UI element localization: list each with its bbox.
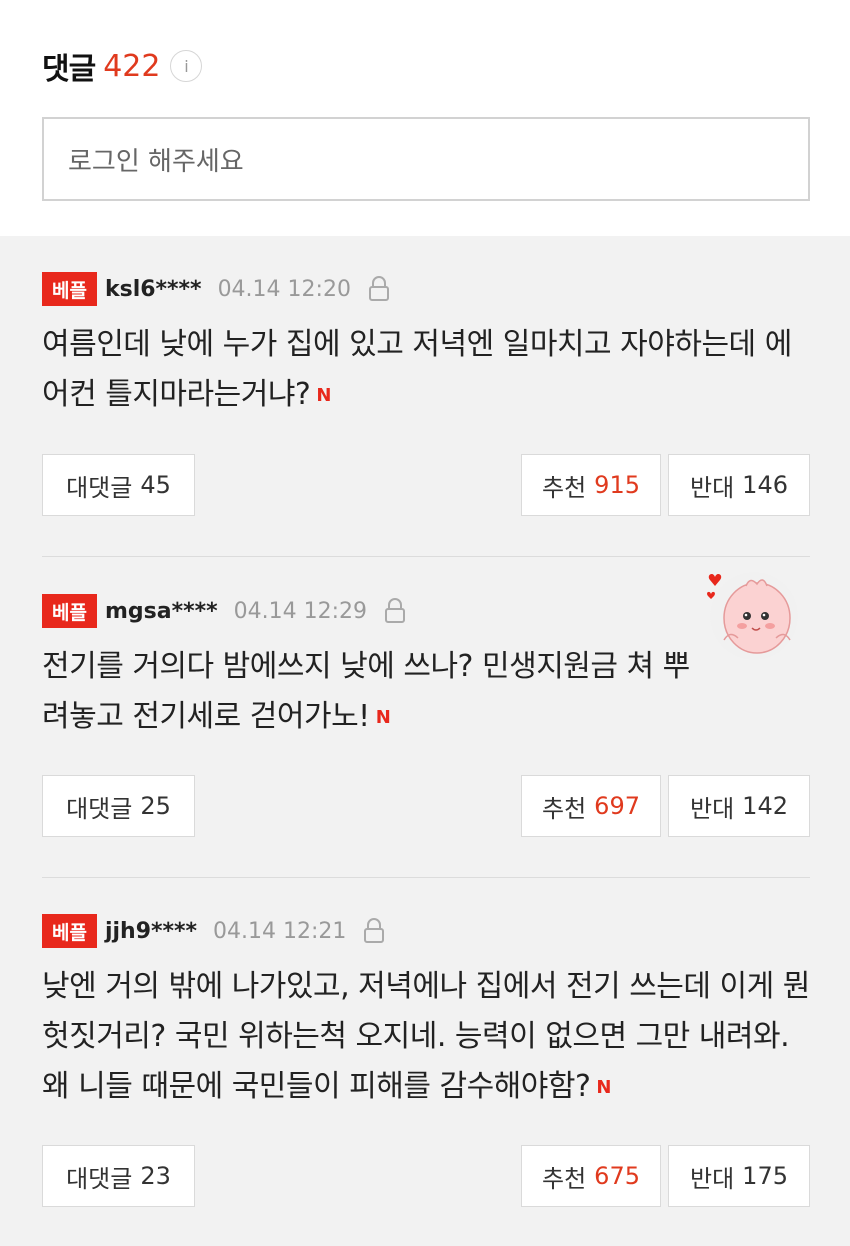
comment-text: 여름인데 낮에 누가 집에 있고 저녁엔 일마치고 자야하는데 에어컨 틀지마라… <box>42 327 792 412</box>
comment-time: 04.14 12:21 <box>213 918 347 944</box>
dislike-count: 175 <box>742 1162 788 1190</box>
sticker-image <box>707 572 798 660</box>
best-badge: 베플 <box>42 914 97 948</box>
like-label: 추천 <box>542 1164 587 1193</box>
comment-header: 댓글 422 i <box>42 44 203 88</box>
comment-body: 여름인데 낮에 누가 집에 있고 저녁엔 일마치고 자야하는데 에어컨 틀지마라… <box>42 320 810 421</box>
divider <box>42 877 810 878</box>
new-icon: N <box>316 384 331 406</box>
comment-time: 04.14 12:29 <box>233 598 367 624</box>
reply-button[interactable]: 대댓글 23 <box>42 1145 195 1207</box>
reply-button[interactable]: 대댓글 45 <box>42 454 195 516</box>
comment-meta: 베플 mgsa**** 04.14 12:29 <box>42 594 810 628</box>
like-count: 915 <box>594 471 640 499</box>
comment-header-area: 댓글 422 i 로그인 해주세요 <box>0 0 850 236</box>
dislike-button[interactable]: 반대 175 <box>668 1145 810 1207</box>
dislike-count: 142 <box>742 792 788 820</box>
reply-count: 25 <box>140 792 171 820</box>
comment-item: 베플 ksl6**** 04.14 12:20 여름인데 낮에 누가 집에 있고… <box>42 272 810 421</box>
comment-body: 낮엔 거의 밖에 나가있고, 저녁에나 집에서 전기 쓰는데 이게 뭔 헛짓거리… <box>42 962 810 1113</box>
like-label: 추천 <box>542 473 587 502</box>
comment-username[interactable]: ksl6**** <box>105 277 202 302</box>
comment-item: 베플 jjh9**** 04.14 12:21 낮엔 거의 밖에 나가있고, 저… <box>42 914 810 1113</box>
like-count: 697 <box>594 792 640 820</box>
dislike-label: 반대 <box>690 794 735 823</box>
divider <box>42 556 810 557</box>
comment-time: 04.14 12:20 <box>217 276 351 302</box>
comment-username[interactable]: jjh9**** <box>105 919 197 944</box>
like-label: 추천 <box>542 794 587 823</box>
dislike-button[interactable]: 반대 146 <box>668 454 810 516</box>
reply-label: 대댓글 <box>66 794 133 823</box>
dislike-label: 반대 <box>690 473 735 502</box>
comment-text: 낮엔 거의 밖에 나가있고, 저녁에나 집에서 전기 쓰는데 이게 뭔 헛짓거리… <box>42 969 810 1104</box>
comment-item: 베플 mgsa**** 04.14 12:29 전기를 거의다 밤에쓰지 낮에 … <box>42 572 810 743</box>
comment-actions: 대댓글 25 추천 697 반대 142 <box>42 775 810 837</box>
comment-body: 전기를 거의다 밤에쓰지 낮에 쓰나? 민생지원금 쳐 뿌려놓고 전기세로 걷어… <box>42 642 702 743</box>
like-button[interactable]: 추천 675 <box>521 1145 661 1207</box>
comment-text: 전기를 거의다 밤에쓰지 낮에 쓰나? 민생지원금 쳐 뿌려놓고 전기세로 걷어… <box>42 649 690 734</box>
comment-actions: 대댓글 23 추천 675 반대 175 <box>42 1145 810 1207</box>
lock-icon[interactable] <box>367 276 391 302</box>
like-button[interactable]: 추천 915 <box>521 454 661 516</box>
comment-meta: 베플 jjh9**** 04.14 12:21 <box>42 914 810 948</box>
lock-icon[interactable] <box>362 918 386 944</box>
lock-icon[interactable] <box>383 598 407 624</box>
best-badge: 베플 <box>42 272 97 306</box>
new-icon: N <box>596 1076 611 1098</box>
dislike-label: 반대 <box>690 1164 735 1193</box>
like-button[interactable]: 추천 697 <box>521 775 661 837</box>
comment-username[interactable]: mgsa**** <box>105 599 218 624</box>
login-input[interactable]: 로그인 해주세요 <box>42 117 810 201</box>
comment-title: 댓글 <box>42 52 96 87</box>
reply-label: 대댓글 <box>66 473 133 502</box>
reply-label: 대댓글 <box>66 1164 133 1193</box>
comment-count: 422 <box>103 48 161 84</box>
best-badge: 베플 <box>42 594 97 628</box>
info-icon[interactable]: i <box>170 50 203 82</box>
reply-count: 23 <box>140 1162 171 1190</box>
reply-count: 45 <box>140 471 171 499</box>
dislike-count: 146 <box>742 471 788 499</box>
reply-button[interactable]: 대댓글 25 <box>42 775 195 837</box>
new-icon: N <box>375 706 391 728</box>
like-count: 675 <box>594 1162 640 1190</box>
comment-actions: 대댓글 45 추천 915 반대 146 <box>42 454 810 516</box>
dislike-button[interactable]: 반대 142 <box>668 775 810 837</box>
comment-meta: 베플 ksl6**** 04.14 12:20 <box>42 272 810 306</box>
